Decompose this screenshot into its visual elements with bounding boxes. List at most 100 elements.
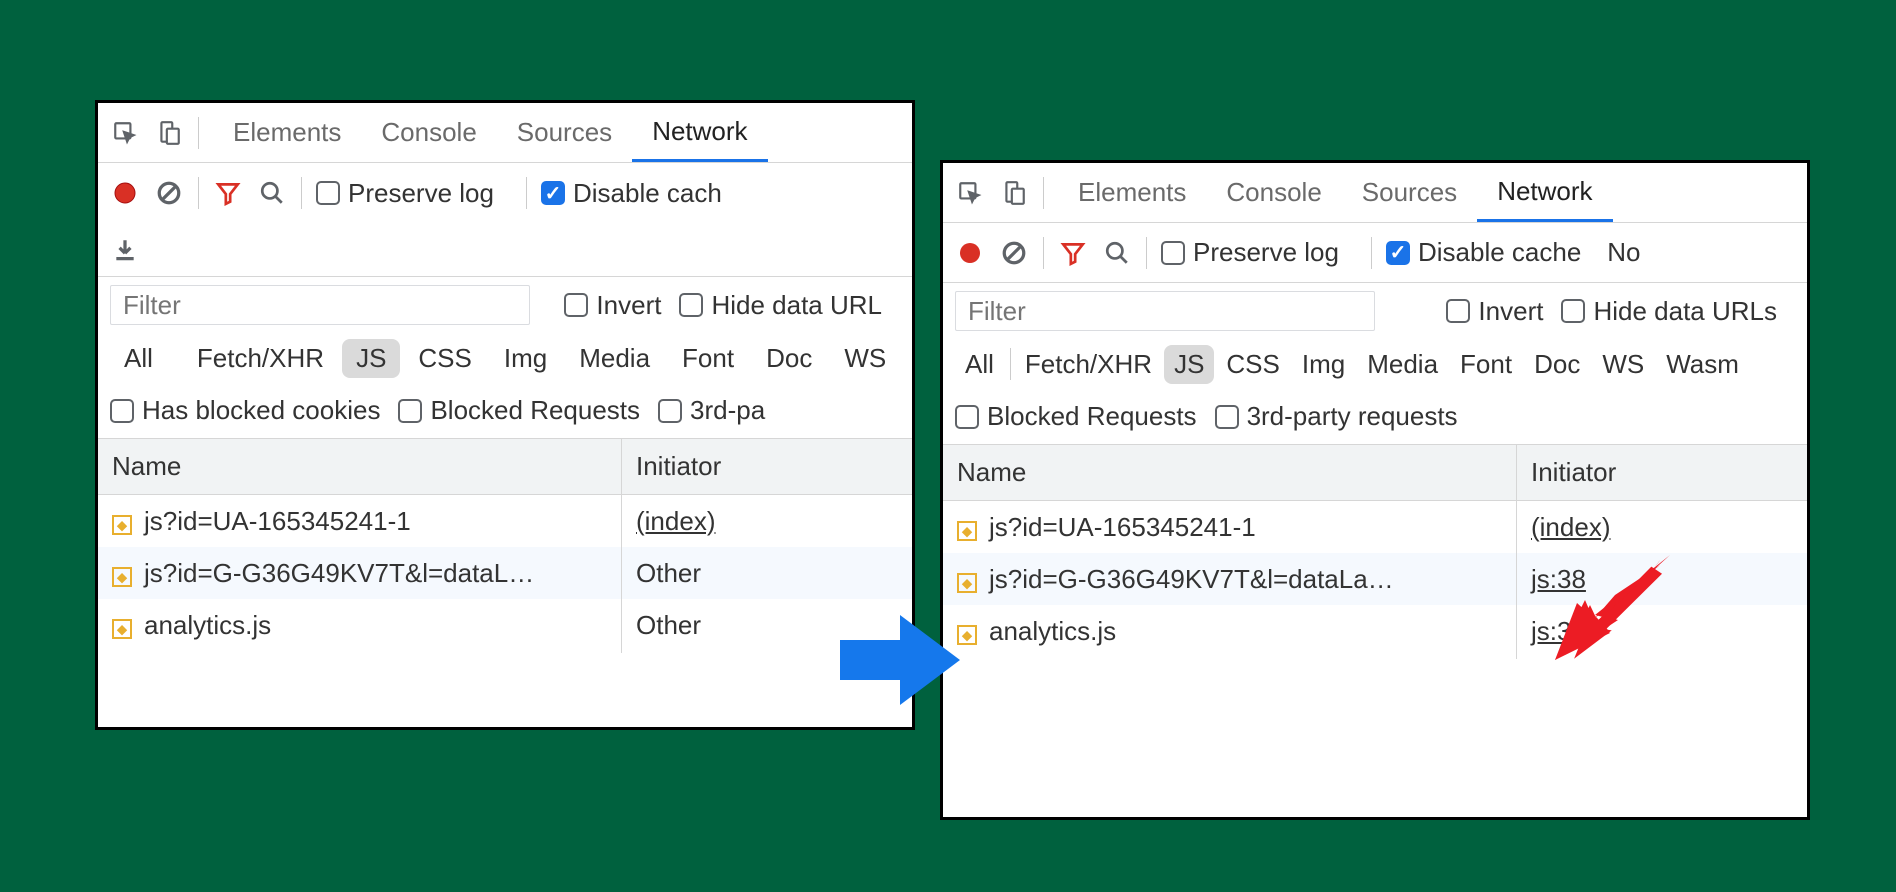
blocked-requests-option[interactable]: Blocked Requests [955, 401, 1197, 432]
initiator-cell[interactable]: (index) [1517, 500, 1807, 555]
third-party-option[interactable]: 3rd-party requests [1215, 401, 1458, 432]
table-row[interactable]: ⬥js?id=G-G36G49KV7T&l=dataLa… js:38 [943, 553, 1807, 605]
hide-urls-option[interactable]: Hide data URL [679, 290, 882, 321]
type-js[interactable]: JS [342, 339, 400, 378]
type-media[interactable]: Media [565, 339, 664, 378]
clear-icon[interactable] [154, 178, 184, 208]
type-doc[interactable]: Doc [1524, 345, 1590, 384]
column-initiator-header[interactable]: Initiator [622, 439, 912, 494]
initiator-cell[interactable]: (index) [622, 494, 912, 549]
tab-elements[interactable]: Elements [213, 103, 361, 162]
type-wasm[interactable]: Wasm [1656, 345, 1749, 384]
filter-input[interactable] [955, 291, 1375, 331]
record-icon[interactable] [955, 238, 985, 268]
type-css[interactable]: CSS [404, 339, 485, 378]
table-header: Name Initiator [943, 445, 1807, 501]
preserve-log-option[interactable]: Preserve log [316, 178, 494, 209]
table-row[interactable]: ⬥js?id=UA-165345241-1 (index) [943, 501, 1807, 553]
type-css[interactable]: CSS [1216, 345, 1289, 384]
js-file-icon: ⬥ [112, 515, 132, 535]
tab-network[interactable]: Network [1477, 164, 1612, 223]
third-party-option[interactable]: 3rd-pa [658, 395, 765, 426]
search-icon[interactable] [1102, 238, 1132, 268]
type-all[interactable]: All [110, 339, 167, 378]
table-row[interactable]: ⬥analytics.js js:38 [943, 605, 1807, 657]
table-header: Name Initiator [98, 439, 912, 495]
tab-sources[interactable]: Sources [1342, 163, 1477, 222]
blocked-cookies-label: Has blocked cookies [142, 395, 380, 426]
search-icon[interactable] [257, 178, 287, 208]
type-doc[interactable]: Doc [752, 339, 826, 378]
tabs-row: Elements Console Sources Network [98, 103, 912, 163]
third-party-label: 3rd-party requests [1247, 401, 1458, 432]
tab-console[interactable]: Console [361, 103, 496, 162]
type-fetch[interactable]: Fetch/XHR [183, 339, 338, 378]
device-toggle-icon[interactable] [999, 178, 1029, 208]
hide-urls-label: Hide data URLs [1593, 296, 1777, 327]
type-img[interactable]: Img [490, 339, 561, 378]
third-party-label: 3rd-pa [690, 395, 765, 426]
red-arrow-annotation-icon [1555, 555, 1675, 665]
invert-label: Invert [596, 290, 661, 321]
filter-icon[interactable] [213, 178, 243, 208]
js-file-icon: ⬥ [957, 573, 977, 593]
type-filter-row: All Fetch/XHR JS CSS Img Media Font Doc … [98, 333, 912, 383]
column-initiator-header[interactable]: Initiator [1517, 445, 1807, 500]
device-toggle-icon[interactable] [154, 118, 184, 148]
checkbox-checked-icon[interactable] [541, 181, 565, 205]
divider [198, 177, 199, 209]
filter-input[interactable] [110, 285, 530, 325]
blocked-requests-label: Blocked Requests [987, 401, 1197, 432]
checkbox-checked-icon[interactable] [1386, 241, 1410, 265]
tab-console[interactable]: Console [1206, 163, 1341, 222]
request-list: ⬥js?id=UA-165345241-1 (index) ⬥js?id=G-G… [943, 501, 1807, 657]
devtools-panel-after: Elements Console Sources Network Preserv… [940, 160, 1810, 820]
disable-cache-option[interactable]: Disable cache [1386, 237, 1581, 268]
tab-elements[interactable]: Elements [1058, 163, 1206, 222]
type-font[interactable]: Font [668, 339, 748, 378]
divider [301, 177, 302, 209]
tab-sources[interactable]: Sources [497, 103, 632, 162]
table-row[interactable]: ⬥analytics.js Other [98, 599, 912, 651]
type-font[interactable]: Font [1450, 345, 1522, 384]
preserve-log-option[interactable]: Preserve log [1161, 237, 1339, 268]
type-img[interactable]: Img [1292, 345, 1355, 384]
column-name-header[interactable]: Name [943, 445, 1517, 500]
type-media[interactable]: Media [1357, 345, 1448, 384]
invert-option[interactable]: Invert [564, 290, 661, 321]
disable-cache-label: Disable cache [1418, 237, 1581, 268]
filter-row: Invert Hide data URLs [943, 283, 1807, 339]
type-ws[interactable]: WS [830, 339, 900, 378]
js-file-icon: ⬥ [112, 567, 132, 587]
blocked-requests-option[interactable]: Blocked Requests [398, 395, 640, 426]
record-icon[interactable] [110, 178, 140, 208]
column-name-header[interactable]: Name [98, 439, 622, 494]
inspect-icon[interactable] [110, 118, 140, 148]
disable-cache-option[interactable]: Disable cach [541, 178, 722, 209]
throttling-partial[interactable]: No [1607, 237, 1640, 268]
divider [1146, 237, 1147, 269]
divider [1043, 237, 1044, 269]
type-fetch[interactable]: Fetch/XHR [1015, 345, 1162, 384]
type-js[interactable]: JS [1164, 345, 1214, 384]
inspect-icon[interactable] [955, 178, 985, 208]
invert-option[interactable]: Invert [1446, 296, 1543, 327]
hide-urls-option[interactable]: Hide data URLs [1561, 296, 1777, 327]
filter-icon[interactable] [1058, 238, 1088, 268]
name-cell: ⬥js?id=G-G36G49KV7T&l=dataLa… [943, 552, 1517, 607]
preserve-log-label: Preserve log [1193, 237, 1339, 268]
blocked-requests-label: Blocked Requests [430, 395, 640, 426]
type-all[interactable]: All [955, 345, 1004, 384]
clear-icon[interactable] [999, 238, 1029, 268]
type-ws[interactable]: WS [1592, 345, 1654, 384]
tab-network[interactable]: Network [632, 104, 767, 163]
devtools-panel-before: Elements Console Sources Network Preserv… [95, 100, 915, 730]
extra-filter-row: Blocked Requests 3rd-party requests [943, 389, 1807, 445]
blocked-cookies-option[interactable]: Has blocked cookies [110, 395, 380, 426]
js-file-icon: ⬥ [957, 521, 977, 541]
type-filter-row: All Fetch/XHR JS CSS Img Media Font Doc … [943, 339, 1807, 389]
download-icon[interactable] [110, 235, 140, 265]
name-cell: ⬥js?id=UA-165345241-1 [98, 494, 622, 549]
table-row[interactable]: ⬥js?id=UA-165345241-1 (index) [98, 495, 912, 547]
table-row[interactable]: ⬥js?id=G-G36G49KV7T&l=dataL… Other [98, 547, 912, 599]
